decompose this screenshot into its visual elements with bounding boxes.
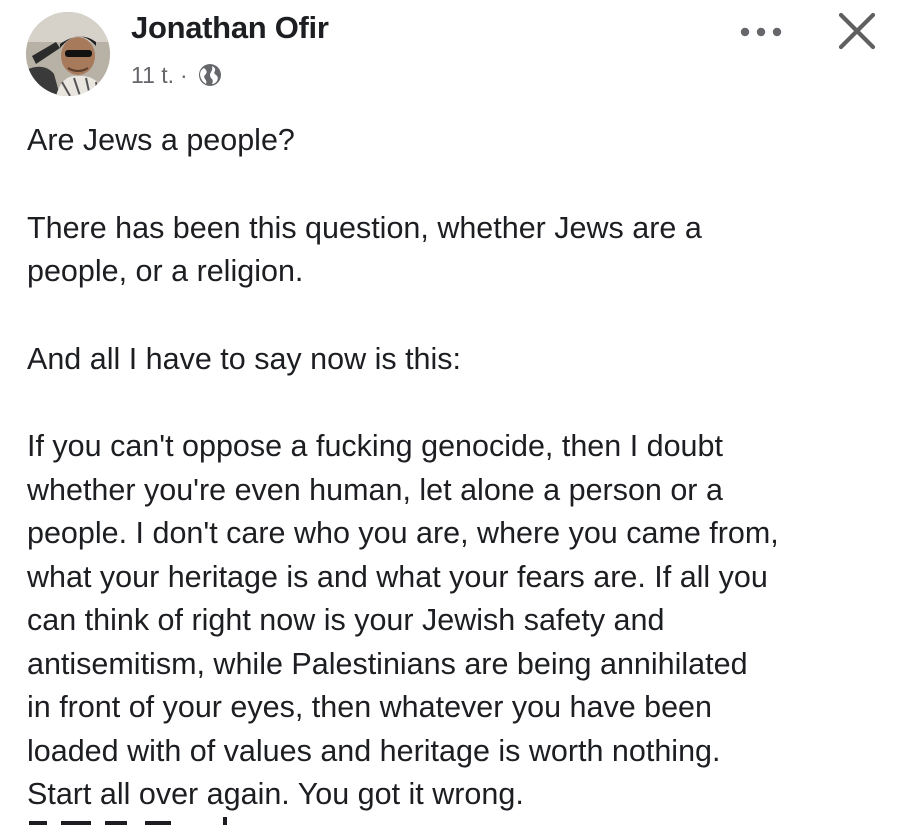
post-text-line: what your heritage is and what your fear… <box>27 559 768 594</box>
post-paragraph: And all I have to say now is this: <box>27 338 887 382</box>
post-text-line: Are Jews a people? <box>27 123 295 157</box>
post-text-line: Start all over again. You got it wrong. <box>27 777 524 811</box>
more-options-button[interactable] <box>736 14 786 50</box>
post-text-line: loaded with of values and heritage is wo… <box>27 733 721 768</box>
post-paragraph: There has been this question, whether Je… <box>27 207 887 294</box>
truncated-text-fragment <box>27 814 287 826</box>
author-name[interactable]: Jonathan Ofir <box>131 10 329 46</box>
post-text-line: There has been this question, whether Je… <box>27 210 702 245</box>
post-text-line: in front of your eyes, then whatever you… <box>27 690 712 724</box>
post-paragraph: Are Jews a people? <box>27 119 887 163</box>
post-timestamp[interactable]: 11 t. <box>131 62 174 89</box>
globe-icon[interactable] <box>197 62 223 88</box>
facebook-post: Jonathan Ofir 11 t. · Are Jews a people?… <box>0 0 900 826</box>
post-text-line: whether you're even human, let alone a p… <box>27 472 723 507</box>
more-options-icon <box>740 27 782 37</box>
author-avatar[interactable] <box>26 12 110 96</box>
post-body-text: Are Jews a people? There has been this qu… <box>27 119 887 826</box>
post-text-line: people, or a religion. <box>27 254 304 288</box>
post-text-line: antisemitism, while Palestinians are bei… <box>27 646 748 681</box>
profile-photo-icon <box>26 12 110 96</box>
close-button[interactable] <box>834 8 880 54</box>
post-text-line: If you can't oppose a fucking genocide, … <box>27 429 723 463</box>
post-meta: 11 t. · <box>131 60 223 90</box>
post-text-line: people. I don't care who you are, where … <box>27 516 779 550</box>
post-text-line: And all I have to say now is this: <box>27 341 461 376</box>
post-text-line: can think of right now is your Jewish sa… <box>27 603 665 637</box>
close-icon <box>838 12 876 50</box>
meta-separator: · <box>180 61 188 88</box>
post-paragraph: If you can't oppose a fucking genocide, … <box>27 425 887 817</box>
post-header: Jonathan Ofir 11 t. · <box>0 0 900 110</box>
